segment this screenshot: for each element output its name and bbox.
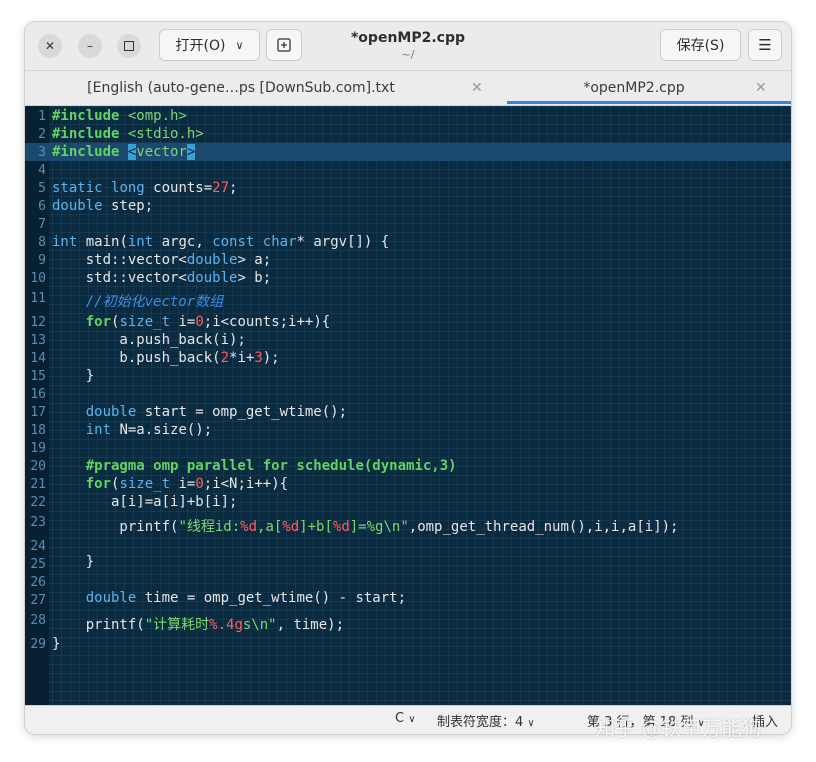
close-tab-icon[interactable]: ✕: [471, 80, 483, 96]
line-number: 4: [38, 163, 46, 178]
code-line: b.push_back(2*i+3);: [52, 350, 280, 366]
line-number: 15: [30, 369, 46, 384]
save-button[interactable]: 保存(S): [660, 29, 741, 61]
code-line: int main(int argc, const char* argv[]) {: [52, 234, 390, 250]
code-line: a[i]=a[i]+b[i];: [52, 494, 238, 510]
line-number: 20: [30, 459, 46, 474]
watermark: 知乎 @铁甲万能狗: [595, 716, 762, 740]
line-number: 2: [38, 127, 46, 142]
line-number: 10: [30, 271, 46, 286]
code-line: printf("计算耗时%.4gs\n", time);: [52, 617, 345, 633]
code-line: double step;: [52, 198, 154, 214]
chevron-down-icon: ∨: [408, 714, 416, 725]
line-number: 9: [38, 253, 46, 268]
selected-text: >: [186, 144, 196, 160]
line-number: 3: [38, 145, 46, 160]
tab-subtitles-txt[interactable]: [English (auto-gene…ps [DownSub.com].txt: [25, 71, 507, 105]
line-number: 18: [30, 423, 46, 438]
line-number: 11: [30, 291, 46, 306]
code-line: static long counts=27;: [52, 180, 238, 196]
code-line: double start = omp_get_wtime();: [85, 404, 348, 420]
line-number: 8: [38, 235, 46, 250]
line-number: 13: [30, 333, 46, 348]
line-number: 14: [30, 351, 46, 366]
code-line: printf("线程id:%d,a[%d]+b[%d]=%g\n",omp_ge…: [52, 519, 679, 535]
tab-width-selector[interactable]: 制表符宽度：4 ∨: [437, 711, 535, 730]
active-tab-indicator: [507, 101, 791, 104]
line-number: 7: [38, 217, 46, 232]
save-label: 保存(S): [676, 38, 725, 54]
code-line: }: [52, 554, 95, 570]
line-number: 21: [30, 477, 46, 492]
editor-window: ✕ – 打开(O) ∨ *openMP2.cpp ~/ 保存(S) ☰ [Eng…: [25, 22, 791, 734]
code-line: double time = omp_get_wtime() - start;: [85, 590, 407, 606]
code-line: for(size_t i=0;i<N;i++){: [85, 476, 289, 492]
line-number: 1: [38, 109, 46, 124]
line-number: 28: [30, 613, 46, 628]
code-editor[interactable]: 1 2 3 4 5 6 7 8 9 10 11 12 13 14 15 16 1…: [25, 106, 791, 705]
line-number: 29: [30, 637, 46, 652]
tab-openmp2-cpp[interactable]: *openMP2.cpp: [507, 71, 791, 105]
code-line: for(size_t i=0;i<counts;i++){: [85, 314, 331, 330]
line-number: 12: [30, 315, 46, 330]
code-line: #include <omp.h>: [52, 108, 187, 124]
code-line-current: #include <vector>: [52, 144, 196, 160]
language-selector[interactable]: C ∨: [395, 711, 416, 726]
tab-label: *openMP2.cpp: [583, 80, 685, 96]
line-number: 22: [30, 495, 46, 510]
code-line: }: [52, 368, 95, 384]
line-number: 17: [30, 405, 46, 420]
code-line: #include <stdio.h>: [52, 126, 204, 142]
line-number: 25: [30, 557, 46, 572]
code-line: #pragma omp parallel for schedule(dynami…: [85, 458, 457, 474]
code-line: a.push_back(i);: [52, 332, 246, 348]
hamburger-icon: ☰: [758, 36, 772, 54]
code-line: std::vector<double> b;: [52, 270, 272, 286]
chevron-down-icon: ∨: [527, 718, 535, 729]
line-number: 5: [38, 181, 46, 196]
header-bar: ✕ – 打开(O) ∨ *openMP2.cpp ~/ 保存(S) ☰: [25, 22, 791, 71]
code-line: std::vector<double> a;: [52, 252, 272, 268]
line-number: 23: [30, 515, 46, 530]
line-number: 6: [38, 199, 46, 214]
line-number: 19: [30, 441, 46, 456]
line-number: 16: [30, 387, 46, 402]
menu-button[interactable]: ☰: [748, 29, 782, 61]
code-line: //初始化vector数组: [85, 294, 224, 310]
tab-bar: [English (auto-gene…ps [DownSub.com].txt…: [25, 71, 791, 106]
line-number: 26: [30, 575, 46, 590]
code-line: int N=a.size();: [85, 422, 213, 438]
tab-label: [English (auto-gene…ps [DownSub.com].txt: [87, 80, 395, 96]
close-tab-icon[interactable]: ✕: [755, 80, 767, 96]
code-line: }: [52, 636, 61, 652]
line-number: 24: [30, 539, 46, 554]
line-number: 27: [30, 593, 46, 608]
